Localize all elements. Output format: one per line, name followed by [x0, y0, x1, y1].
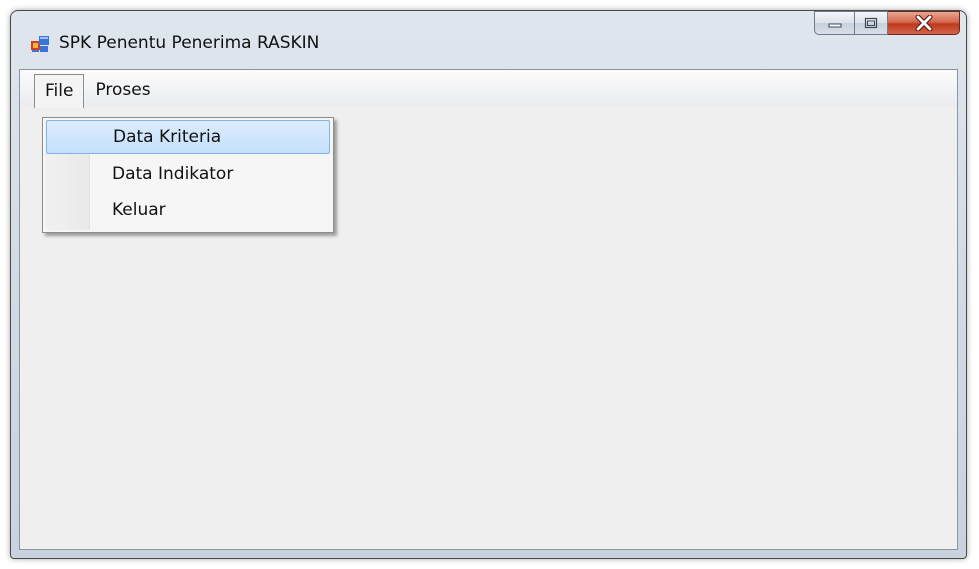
minimize-button[interactable] [814, 11, 854, 35]
file-dropdown-menu: Data Kriteria Data Indikator Keluar [42, 117, 334, 233]
menu-item-data-indikator[interactable]: Data Indikator [46, 157, 330, 191]
window-title: SPK Penentu Penerima RASKIN [59, 33, 320, 53]
maximize-button[interactable] [854, 11, 888, 35]
form-client-area: File Proses Data Kriteria Data Indikator… [19, 69, 958, 550]
app-window-icon[interactable] [31, 35, 49, 53]
close-button[interactable] [888, 11, 960, 35]
title-bar[interactable]: SPK Penentu Penerima RASKIN [11, 11, 966, 69]
main-window: SPK Penentu Penerima RASKIN File Proses … [10, 10, 967, 559]
maximize-icon [864, 14, 878, 33]
menu-bar: File Proses [20, 70, 957, 108]
close-icon [914, 15, 934, 31]
menu-file[interactable]: File [34, 73, 85, 108]
minimize-icon [827, 14, 843, 33]
menu-item-keluar[interactable]: Keluar [46, 193, 330, 227]
caption-buttons [814, 11, 960, 37]
menu-item-data-kriteria[interactable]: Data Kriteria [46, 120, 330, 154]
menu-proses[interactable]: Proses [84, 74, 161, 106]
